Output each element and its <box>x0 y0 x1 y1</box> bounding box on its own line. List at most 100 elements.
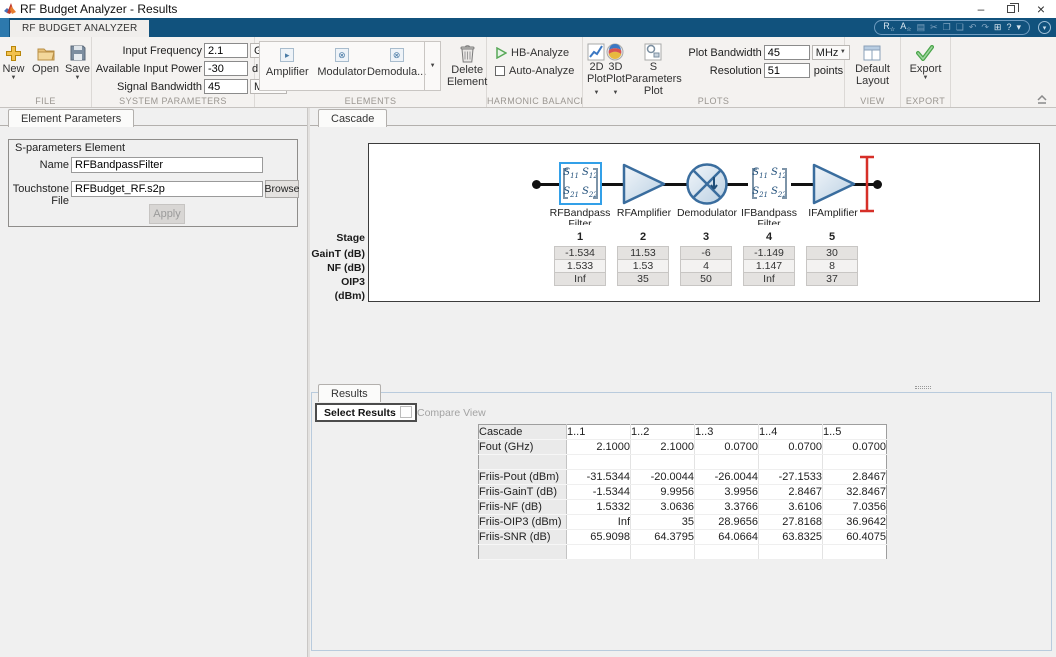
results-value-cell[interactable] <box>759 455 823 470</box>
results-value-cell[interactable]: 0.0700 <box>823 440 887 455</box>
browse-button[interactable]: Browse <box>265 180 299 198</box>
undo-icon[interactable]: ↶ <box>967 21 979 34</box>
results-value-cell[interactable]: 3.6106 <box>759 500 823 515</box>
restore-button[interactable] <box>996 0 1026 18</box>
element-rfbandpassfilter[interactable]: S11S12S21S22 <box>559 162 602 205</box>
tab-results[interactable]: Results <box>318 384 381 402</box>
results-value-cell[interactable] <box>567 545 631 560</box>
gallery-expand-button[interactable]: ▼ <box>424 42 440 90</box>
toolbar-overflow-icon[interactable]: ▾ <box>1038 21 1051 34</box>
results-value-cell[interactable] <box>695 545 759 560</box>
results-value-cell[interactable]: 64.3795 <box>631 530 695 545</box>
stage-value-cell[interactable]: 4 <box>680 259 732 273</box>
shortcut-a-icon[interactable]: A☆ <box>898 20 913 35</box>
open-button[interactable]: Open ▼ <box>33 40 59 94</box>
stage-value-cell[interactable]: 37 <box>806 272 858 286</box>
results-value-cell[interactable]: 27.8168 <box>759 515 823 530</box>
results-value-cell[interactable]: 9.9956 <box>631 485 695 500</box>
ribbon-tab-rf-budget-analyzer[interactable]: RF BUDGET ANALYZER <box>10 20 149 37</box>
results-value-cell[interactable]: -26.0044 <box>695 470 759 485</box>
results-value-cell[interactable] <box>631 545 695 560</box>
copy-icon[interactable]: ❐ <box>941 21 953 34</box>
delete-element-button[interactable]: Delete Element <box>447 41 487 94</box>
default-layout-button[interactable]: Default Layout <box>855 40 890 94</box>
close-button[interactable]: × <box>1026 0 1056 18</box>
apply-button[interactable]: Apply <box>149 204 185 224</box>
amplifier-gallery-button[interactable]: ▸ Amplifier <box>260 42 315 90</box>
2d-plot-button[interactable]: 2D Plot ▼ <box>587 40 606 94</box>
stage-value-cell[interactable]: 50 <box>680 272 732 286</box>
results-value-cell[interactable]: 32.8467 <box>823 485 887 500</box>
compare-view-checkbox[interactable] <box>400 406 412 418</box>
results-value-cell[interactable] <box>631 455 695 470</box>
new-button[interactable]: New ▼ <box>1 40 27 94</box>
element-ifamplifier[interactable] <box>811 162 857 206</box>
hb-analyze-button[interactable]: HB-Analyze <box>495 44 582 62</box>
modulator-gallery-button[interactable]: ⊗ Modulator <box>315 42 370 90</box>
results-value-cell[interactable] <box>759 545 823 560</box>
results-value-cell[interactable]: 63.8325 <box>759 530 823 545</box>
results-value-cell[interactable]: 35 <box>631 515 695 530</box>
plot-bandwidth-field[interactable] <box>764 45 810 60</box>
results-value-cell[interactable]: 36.9642 <box>823 515 887 530</box>
touchstone-file-field[interactable] <box>71 181 263 197</box>
results-value-cell[interactable]: 3.9956 <box>695 485 759 500</box>
shortcut-r-icon[interactable]: R☆ <box>881 20 897 35</box>
element-demodulator[interactable] <box>685 162 729 206</box>
results-value-cell[interactable]: 64.0664 <box>695 530 759 545</box>
results-value-cell[interactable] <box>823 455 887 470</box>
results-value-cell[interactable]: 28.9656 <box>695 515 759 530</box>
stage-value-cell[interactable]: -6 <box>680 246 732 260</box>
s-parameters-plot-button[interactable]: S Parameters Plot <box>625 40 682 94</box>
stage-value-cell[interactable]: 1.53 <box>617 259 669 273</box>
stage-value-cell[interactable]: 1.533 <box>554 259 606 273</box>
stage-value-cell[interactable]: 35 <box>617 272 669 286</box>
cut-icon[interactable]: ✂ <box>928 21 940 34</box>
results-value-cell[interactable]: 3.0636 <box>631 500 695 515</box>
results-value-cell[interactable]: 60.4075 <box>823 530 887 545</box>
3d-plot-button[interactable]: 3D Plot ▼ <box>606 40 625 94</box>
redo-icon[interactable]: ↷ <box>979 21 991 34</box>
results-value-cell[interactable]: 0.0700 <box>695 440 759 455</box>
paste-icon[interactable]: ❏ <box>954 21 966 34</box>
results-value-cell[interactable]: Inf <box>567 515 631 530</box>
results-value-cell[interactable]: 1.5332 <box>567 500 631 515</box>
results-value-cell[interactable] <box>695 455 759 470</box>
results-value-cell[interactable]: -1.5344 <box>567 485 631 500</box>
results-value-cell[interactable]: -31.5344 <box>567 470 631 485</box>
element-rfamplifier[interactable] <box>621 162 667 206</box>
signal-bandwidth-field[interactable] <box>204 79 248 94</box>
auto-analyze-checkbox[interactable]: Auto-Analyze <box>495 62 582 80</box>
resolution-field[interactable] <box>764 63 810 78</box>
results-value-cell[interactable]: 65.9098 <box>567 530 631 545</box>
stage-value-cell[interactable]: 30 <box>806 246 858 260</box>
results-value-cell[interactable]: 2.1000 <box>631 440 695 455</box>
stage-value-cell[interactable]: -1.149 <box>743 246 795 260</box>
results-value-cell[interactable]: 3.3766 <box>695 500 759 515</box>
results-value-cell[interactable]: -20.0044 <box>631 470 695 485</box>
input-frequency-field[interactable] <box>204 43 248 58</box>
results-value-cell[interactable]: 2.1000 <box>567 440 631 455</box>
minimize-button[interactable]: – <box>966 0 996 18</box>
tab-cascade[interactable]: Cascade <box>318 109 387 127</box>
save-icon[interactable]: ▤ <box>915 21 928 34</box>
results-value-cell[interactable]: 0.0700 <box>759 440 823 455</box>
results-value-cell[interactable]: 2.8467 <box>823 470 887 485</box>
results-value-cell[interactable]: -27.1533 <box>759 470 823 485</box>
splitter-grip[interactable] <box>915 386 931 389</box>
export-button[interactable]: Export ▼ <box>910 40 942 94</box>
save-button[interactable]: Save ▼ <box>65 40 91 94</box>
window-icon[interactable]: ⊞ <box>992 21 1004 34</box>
demodulator-gallery-button[interactable]: ⊗ Demodula... <box>369 42 424 90</box>
stage-value-cell[interactable]: Inf <box>554 272 606 286</box>
results-value-cell[interactable]: 7.0356 <box>823 500 887 515</box>
stage-value-cell[interactable]: -1.534 <box>554 246 606 260</box>
input-power-field[interactable] <box>204 61 248 76</box>
stage-value-cell[interactable]: 11.53 <box>617 246 669 260</box>
stage-value-cell[interactable]: Inf <box>743 272 795 286</box>
tab-element-parameters[interactable]: Element Parameters <box>8 109 134 127</box>
results-value-cell[interactable] <box>823 545 887 560</box>
stage-value-cell[interactable]: 8 <box>806 259 858 273</box>
stage-value-cell[interactable]: 1.147 <box>743 259 795 273</box>
element-ifbandpassfilter[interactable]: S11S12S21S22 <box>748 162 791 205</box>
